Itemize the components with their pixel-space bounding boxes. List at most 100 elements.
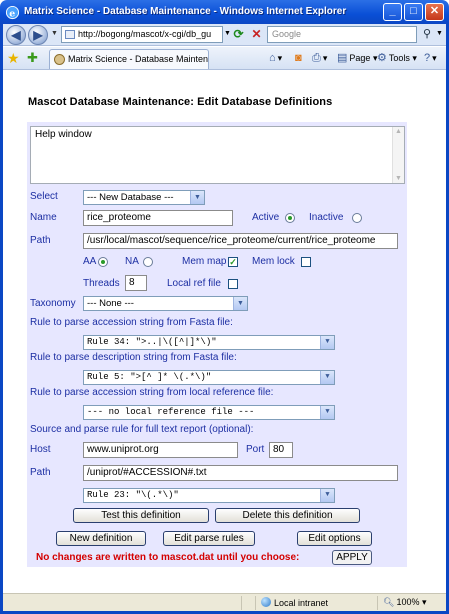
ie-icon: e (5, 5, 20, 19)
host-field[interactable]: www.uniprot.org (83, 442, 238, 458)
taxonomy-select-value: --- None --- (87, 298, 134, 309)
search-icon[interactable]: ⚲ (419, 26, 435, 43)
path-label: Path (30, 235, 51, 246)
help-window[interactable]: Help window ▲ ▼ (30, 126, 405, 184)
help-menu[interactable]: ? ▾ (424, 51, 437, 65)
close-button[interactable]: ✕ (425, 3, 444, 21)
active-label: Active (252, 212, 280, 223)
chevron-down-icon: ▼ (320, 489, 334, 502)
na-label: NA (125, 256, 139, 267)
database-select[interactable]: --- New Database --- ▼ (83, 190, 205, 205)
home-icon: ⌂ (269, 52, 276, 64)
zoom-icon: 🔍︎ (383, 597, 395, 607)
report-label: Source and parse rule for full text repo… (30, 424, 254, 435)
search-input[interactable]: Google (267, 26, 417, 43)
taxonomy-label: Taxonomy (30, 298, 76, 309)
path-field[interactable]: /usr/local/mascot/sequence/rice_proteome… (83, 233, 398, 249)
maximize-button[interactable]: □ (404, 3, 423, 21)
favorites-star-icon[interactable]: ★ (7, 50, 20, 66)
memmap-label: Mem map (182, 256, 227, 267)
minimize-button[interactable]: _ (383, 3, 402, 21)
inactive-radio[interactable] (352, 213, 362, 223)
active-radio[interactable] (285, 213, 295, 223)
search-dropdown-icon[interactable]: ▼ (436, 30, 443, 37)
database-form: Help window ▲ ▼ Select --- New Database … (27, 122, 407, 567)
rule-report-select[interactable]: Rule 23: "\(.*\)" ▼ (83, 488, 335, 503)
globe-icon (261, 597, 271, 607)
feeds-icon: ◙ (295, 52, 302, 64)
window-titlebar: e Matrix Science - Database Maintenance … (0, 0, 449, 24)
name-field[interactable]: rice_proteome (83, 210, 233, 226)
tools-menu-label: Tools (388, 53, 410, 63)
rule-accession-value: Rule 34: ">..|\([^|]*\)" (87, 337, 217, 347)
scroll-down-icon[interactable]: ▼ (395, 175, 402, 182)
nav-history-dropdown-icon[interactable]: ▼ (51, 30, 58, 37)
stop-icon[interactable]: ✕ (249, 27, 264, 42)
port-field[interactable]: 80 (269, 442, 293, 458)
report-path-field[interactable]: /uniprot/#ACCESSION#.txt (83, 465, 398, 481)
chevron-down-icon: ▼ (233, 297, 247, 310)
aa-radio[interactable] (98, 257, 108, 267)
delete-definition-button[interactable]: Delete this definition (215, 508, 360, 523)
address-bar: ◀ ▶ ▼ http://bogong/mascot/x-cgi/db_gu ▼… (3, 24, 446, 46)
chevron-down-icon: ▼ (320, 371, 334, 384)
home-button[interactable]: ⌂ ▾ (269, 51, 282, 65)
memmap-checkbox[interactable]: ✓ (228, 257, 238, 267)
chevron-down-icon: ▼ (320, 336, 334, 349)
apply-button[interactable]: APPLY (332, 550, 372, 565)
tab-title: Matrix Science - Database Maintenance (68, 54, 209, 64)
threads-field[interactable]: 8 (125, 275, 147, 291)
page-content: Mascot Database Maintenance: Edit Databa… (3, 71, 446, 593)
rule-accession-select[interactable]: Rule 34: ">..|\([^|]*\)" ▼ (83, 335, 335, 350)
threads-label: Threads (83, 278, 120, 289)
refresh-icon[interactable]: ⟳ (231, 27, 246, 42)
edit-parse-rules-button[interactable]: Edit parse rules (163, 531, 255, 546)
scroll-up-icon[interactable]: ▲ (395, 128, 402, 135)
test-definition-button[interactable]: Test this definition (73, 508, 209, 523)
memlock-label: Mem lock (252, 256, 295, 267)
rule-accession-label: Rule to parse accession string from Fast… (30, 317, 233, 328)
status-divider (377, 596, 378, 610)
page-menu[interactable]: ▤ Page ▾ (337, 51, 377, 65)
taxonomy-select[interactable]: --- None --- ▼ (83, 296, 248, 311)
chevron-down-icon: ▼ (190, 191, 204, 204)
database-select-value: --- New Database --- (87, 192, 174, 203)
url-dropdown-icon[interactable]: ▼ (224, 30, 231, 37)
rule-description-select[interactable]: Rule 5: ">[^ ]* \(.*\)" ▼ (83, 370, 335, 385)
status-divider (255, 596, 256, 610)
page-menu-icon: ▤ (337, 52, 348, 64)
print-icon: ⎙ (312, 52, 321, 64)
select-label: Select (30, 191, 58, 202)
forward-button[interactable]: ▶ (28, 25, 48, 45)
new-definition-button[interactable]: New definition (56, 531, 146, 546)
svg-text:e: e (9, 8, 15, 19)
url-text: http://bogong/mascot/x-cgi/db_gu (78, 29, 212, 39)
window-title: Matrix Science - Database Maintenance - … (24, 6, 347, 17)
rule-report-value: Rule 23: "\(.*\)" (87, 490, 179, 500)
browser-tab[interactable]: Matrix Science - Database Maintenance (49, 49, 209, 69)
zoom-control[interactable]: 🔍︎ 100% ▾ (383, 597, 427, 608)
name-label: Name (30, 212, 57, 223)
localref-label: Local ref file (167, 278, 221, 289)
edit-options-button[interactable]: Edit options (297, 531, 372, 546)
port-label: Port (246, 444, 265, 455)
memlock-checkbox[interactable] (301, 257, 311, 267)
page-title: Mascot Database Maintenance: Edit Databa… (28, 96, 333, 108)
localref-checkbox[interactable] (228, 279, 238, 289)
rule-description-value: Rule 5: ">[^ ]* \(.*\)" (87, 372, 212, 382)
help-scrollbar[interactable]: ▲ ▼ (392, 127, 404, 183)
tools-menu[interactable]: ⚙ Tools ▾ (377, 51, 417, 65)
add-favorites-icon[interactable]: ✚ (27, 50, 38, 66)
tab-page-icon (54, 54, 65, 65)
rule-localref-label: Rule to parse accession string from loca… (30, 387, 274, 398)
print-button[interactable]: ⎙ ▾ (312, 51, 327, 65)
chevron-down-icon: ▼ (320, 406, 334, 419)
rule-localref-select[interactable]: --- no local reference file --- ▼ (83, 405, 335, 420)
page-icon (65, 30, 75, 39)
na-radio[interactable] (143, 257, 153, 267)
gear-icon: ⚙ (377, 52, 387, 64)
help-text: Help window (35, 129, 92, 140)
url-input[interactable]: http://bogong/mascot/x-cgi/db_gu (61, 26, 223, 43)
feeds-button[interactable]: ◙ (295, 51, 304, 65)
back-button[interactable]: ◀ (6, 25, 26, 45)
